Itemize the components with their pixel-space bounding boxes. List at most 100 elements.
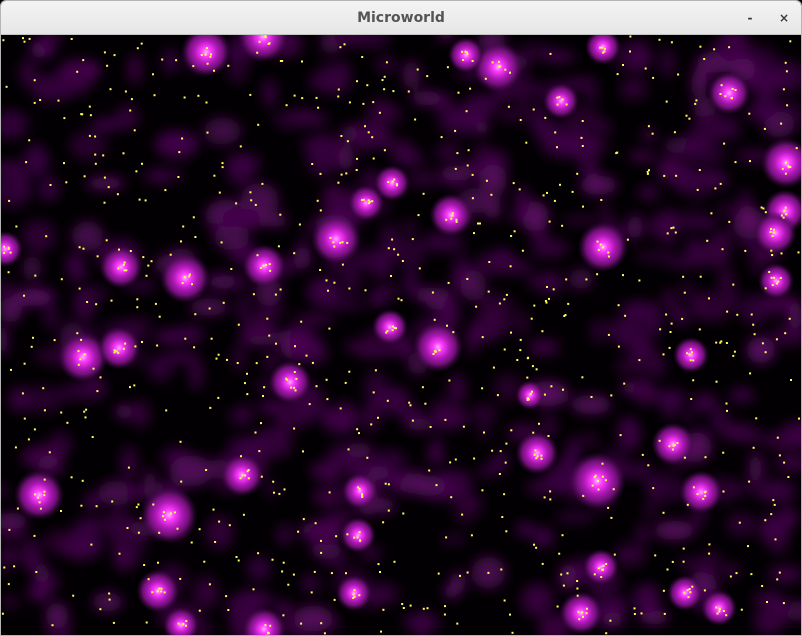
particle bbox=[380, 630, 382, 633]
haze-blob bbox=[555, 510, 596, 524]
particle bbox=[694, 102, 697, 105]
particle bbox=[162, 511, 165, 514]
particle bbox=[662, 511, 665, 514]
particle bbox=[708, 543, 711, 546]
particle bbox=[23, 40, 26, 43]
particle bbox=[451, 214, 454, 217]
particle bbox=[704, 494, 707, 497]
particle bbox=[769, 230, 772, 233]
particle bbox=[154, 302, 157, 305]
particle bbox=[268, 263, 271, 266]
particle bbox=[33, 534, 36, 537]
particle bbox=[483, 431, 485, 434]
particle bbox=[724, 95, 727, 98]
particle bbox=[391, 238, 394, 241]
haze-blob bbox=[577, 149, 599, 174]
haze-blob bbox=[21, 385, 64, 413]
particle bbox=[103, 201, 106, 204]
particle bbox=[250, 199, 253, 202]
particle bbox=[344, 381, 347, 384]
particle bbox=[182, 622, 185, 625]
haze-blob bbox=[430, 398, 453, 430]
particle bbox=[440, 136, 443, 139]
particle bbox=[540, 457, 543, 460]
glow-cluster bbox=[340, 517, 376, 553]
particle bbox=[213, 174, 216, 177]
particle bbox=[268, 334, 271, 337]
particle bbox=[689, 348, 692, 351]
particle bbox=[744, 249, 747, 252]
particle bbox=[371, 136, 374, 139]
particle bbox=[169, 253, 172, 256]
particle bbox=[732, 283, 735, 286]
particle bbox=[491, 449, 494, 452]
particle bbox=[109, 88, 112, 91]
particle bbox=[795, 147, 798, 150]
particle bbox=[377, 416, 379, 419]
particle bbox=[671, 448, 674, 451]
haze-blob bbox=[453, 250, 469, 280]
minimize-button[interactable]: - bbox=[739, 7, 761, 29]
particle bbox=[409, 604, 412, 607]
haze-blob bbox=[474, 143, 491, 169]
particle bbox=[158, 587, 161, 590]
particle bbox=[559, 183, 561, 186]
particle bbox=[205, 101, 208, 104]
haze-blob bbox=[402, 60, 421, 90]
haze-blob bbox=[2, 160, 21, 175]
particle bbox=[498, 60, 500, 63]
haze-blob bbox=[532, 229, 548, 243]
particle bbox=[715, 380, 718, 383]
haze-blob bbox=[756, 479, 796, 503]
particle bbox=[302, 450, 304, 453]
particle bbox=[714, 187, 717, 190]
particle bbox=[386, 330, 389, 333]
particle bbox=[387, 483, 390, 486]
particle bbox=[556, 96, 559, 99]
particle bbox=[607, 251, 610, 254]
particle bbox=[610, 394, 613, 397]
particle bbox=[738, 521, 741, 524]
particle bbox=[123, 269, 126, 272]
particle bbox=[3, 252, 6, 254]
particle bbox=[686, 503, 689, 506]
particle bbox=[438, 349, 441, 352]
particle bbox=[615, 152, 618, 155]
particle bbox=[770, 228, 772, 230]
particle bbox=[247, 477, 250, 480]
particle bbox=[290, 386, 293, 389]
haze-blob bbox=[367, 99, 394, 120]
particle bbox=[465, 110, 468, 113]
particle bbox=[674, 231, 677, 234]
title-bar[interactable]: Microworld - × bbox=[1, 1, 801, 35]
haze-blob bbox=[253, 308, 274, 337]
particle bbox=[311, 163, 314, 165]
particle bbox=[244, 382, 246, 385]
particle bbox=[356, 536, 359, 539]
particle bbox=[487, 571, 490, 574]
particle bbox=[204, 53, 207, 56]
particle bbox=[267, 632, 270, 635]
particle bbox=[226, 358, 228, 361]
particle bbox=[533, 304, 536, 307]
particle bbox=[422, 192, 425, 195]
particle bbox=[662, 589, 665, 592]
particle bbox=[416, 68, 419, 71]
particle bbox=[747, 545, 749, 548]
particle bbox=[185, 620, 188, 623]
haze-blob bbox=[429, 437, 444, 466]
particle bbox=[647, 464, 650, 467]
particle bbox=[272, 480, 275, 483]
particle bbox=[152, 73, 154, 76]
particle bbox=[76, 70, 79, 73]
particle bbox=[198, 528, 201, 531]
close-button[interactable]: × bbox=[773, 7, 795, 29]
particle bbox=[358, 487, 361, 490]
particle bbox=[320, 539, 322, 542]
particle bbox=[543, 393, 546, 396]
particle bbox=[206, 131, 209, 134]
simulation-canvas[interactable] bbox=[1, 35, 801, 635]
particle bbox=[513, 230, 516, 233]
glow-cluster bbox=[342, 473, 378, 509]
particle bbox=[594, 474, 597, 477]
